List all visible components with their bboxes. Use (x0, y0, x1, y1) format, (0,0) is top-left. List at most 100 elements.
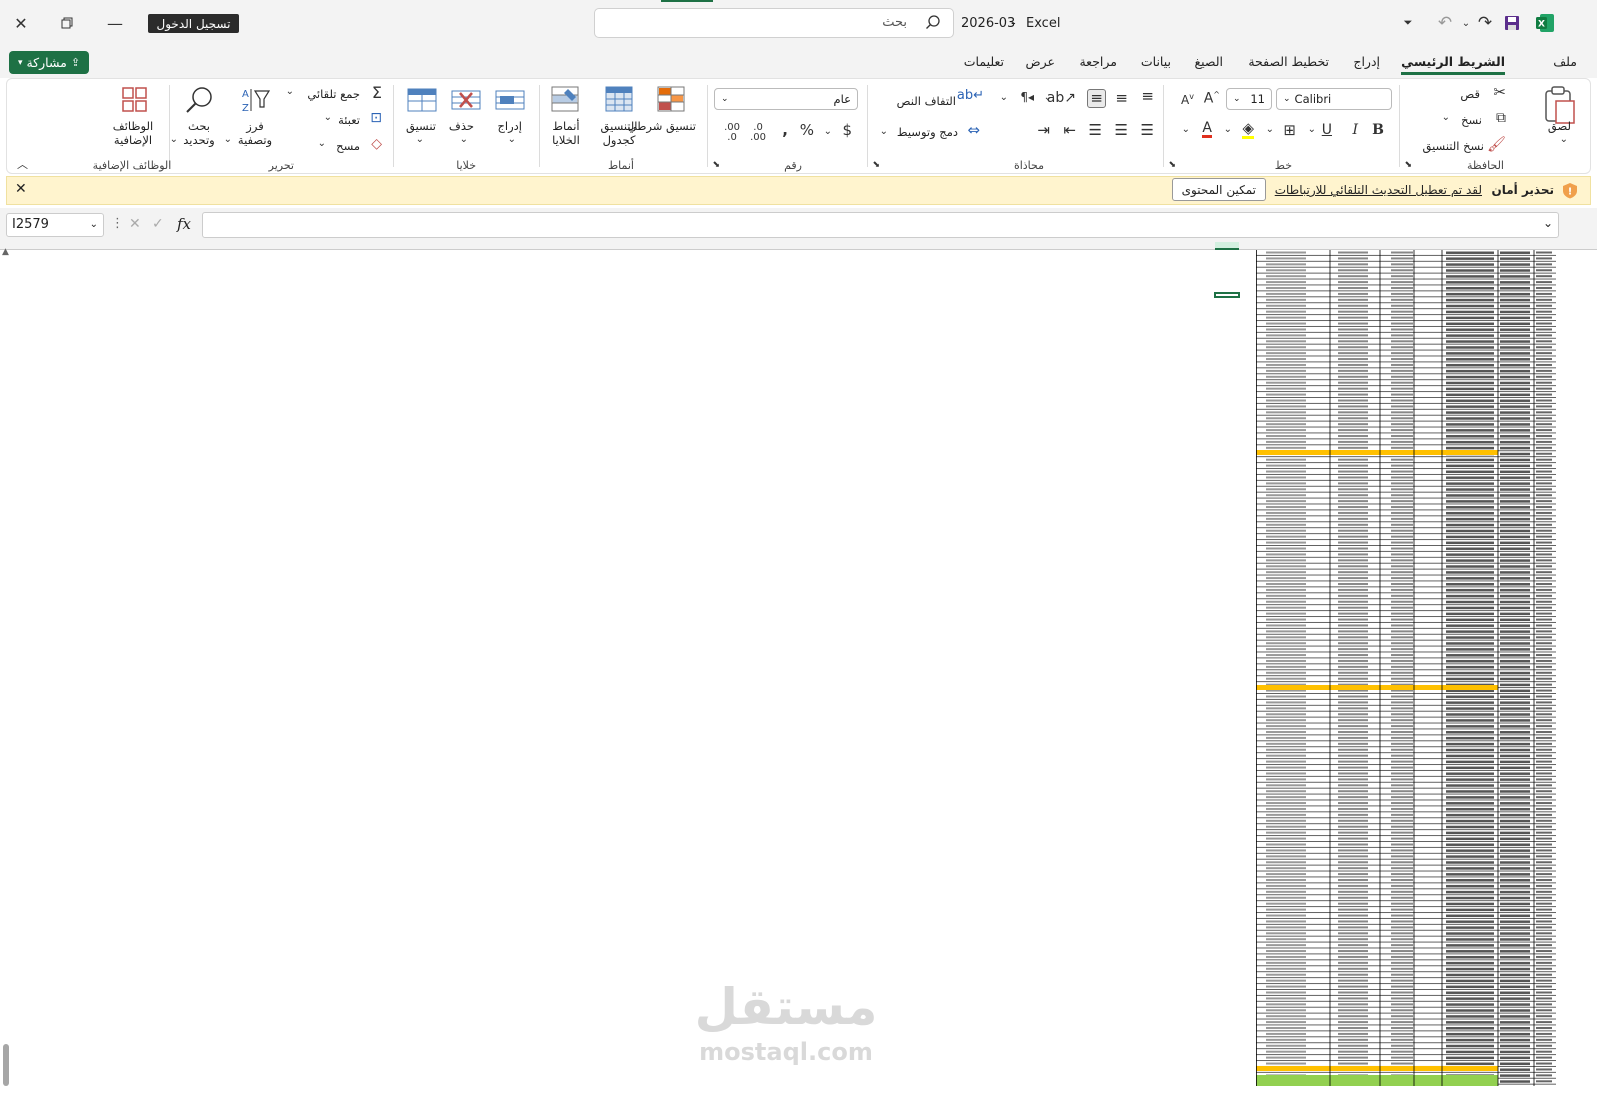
tab-file[interactable]: ملف (1553, 54, 1577, 69)
font-launcher-icon[interactable]: ⬊ (1168, 161, 1176, 170)
find-select-icon[interactable] (184, 85, 216, 115)
save-icon[interactable] (1502, 13, 1522, 33)
delete-cells-icon[interactable] (450, 87, 482, 113)
insert-cells-icon[interactable] (494, 87, 526, 113)
decrease-decimal-icon[interactable]: .00.0 (724, 123, 740, 143)
cell-styles-label[interactable]: أنماط الخلايا (542, 119, 590, 147)
format-as-table-icon[interactable] (604, 85, 636, 115)
delete-dropdown-icon[interactable]: ⌄ (460, 135, 468, 145)
confirm-entry-icon[interactable]: ✓ (152, 216, 164, 232)
format-as-table-label[interactable]: التنسيق كجدول (592, 119, 646, 147)
autosum-icon[interactable]: Σ (372, 85, 382, 101)
tab-view[interactable]: عرض (1026, 54, 1055, 69)
format-cells-label[interactable]: تنسيق (406, 119, 436, 133)
align-top-icon[interactable]: ≡ (1141, 89, 1154, 104)
sort-dropdown-icon[interactable]: ⌄ (224, 135, 232, 145)
align-right-icon[interactable]: ☰ (1141, 123, 1154, 138)
tab-home[interactable]: الشريط الرئيسي (1401, 54, 1505, 75)
text-direction-icon[interactable]: ¶◂ (1020, 91, 1034, 103)
percent-icon[interactable]: % (800, 123, 814, 138)
font-color-icon[interactable]: A (1202, 121, 1212, 138)
addins-label[interactable]: الوظائف الإضافية (108, 119, 158, 147)
tab-data[interactable]: بيانات (1141, 54, 1171, 69)
orientation-dropdown-icon[interactable]: ⌄ (1044, 93, 1052, 103)
number-format-select[interactable]: ⌄ عام (714, 88, 858, 110)
comma-style-icon[interactable]: , (782, 123, 788, 138)
fill-icon[interactable]: ⊡ (370, 111, 382, 125)
merge-dropdown-icon[interactable]: ⌄ (880, 127, 888, 137)
font-size-select[interactable]: ⌄ 11 (1226, 88, 1272, 110)
text-direction-dropdown-icon[interactable]: ⌄ (1000, 93, 1008, 103)
undo-icon[interactable]: ↶ (1434, 12, 1456, 34)
enable-content-button[interactable]: تمكين المحتوى (1171, 178, 1266, 201)
share-button[interactable]: ▾ مشاركة ⇪ (9, 51, 89, 74)
bold-icon[interactable]: B (1372, 123, 1384, 137)
undo-dropdown-icon[interactable]: ⌄ (1460, 14, 1472, 32)
conditional-format-icon[interactable] (656, 85, 688, 115)
sort-filter-label[interactable]: فرز وتصفية (232, 119, 278, 147)
clear-icon[interactable]: ◇ (371, 137, 382, 151)
insert-dropdown-icon[interactable]: ⌄ (508, 135, 516, 145)
copy-dropdown-icon[interactable]: ⌄ (1442, 113, 1450, 123)
underline-dropdown-icon[interactable]: ⌄ (1308, 125, 1316, 135)
vertical-scrollbar-thumb[interactable] (3, 1044, 9, 1086)
font-color-dropdown-icon[interactable]: ⌄ (1182, 125, 1190, 135)
format-painter-label[interactable]: نسخ التنسيق (1423, 139, 1485, 153)
signin-button[interactable]: تسجيل الدخول (148, 14, 239, 33)
more-options-icon[interactable]: ⋮ (111, 216, 124, 231)
name-box[interactable]: I2579 ⌄ (6, 213, 104, 237)
align-bottom-icon[interactable]: ≡ (1087, 89, 1106, 108)
insert-cells-label[interactable]: إدراج (498, 119, 523, 133)
customize-qat-icon[interactable]: ⏷ (1400, 14, 1416, 32)
find-dropdown-icon[interactable]: ⌄ (170, 135, 178, 145)
collapse-ribbon-icon[interactable]: ︿ (17, 159, 28, 170)
formula-input[interactable] (202, 212, 1559, 238)
security-message[interactable]: لقد تم تعطيل التحديث التلقائي للارتباطات (1275, 183, 1482, 197)
fill-color-dropdown-icon[interactable]: ⌄ (1224, 125, 1232, 135)
close-window-icon[interactable]: ✕ (10, 12, 32, 34)
redo-icon[interactable]: ↷ (1474, 12, 1496, 34)
increase-indent-icon[interactable]: ⇥ (1037, 123, 1050, 138)
merge-center-label[interactable]: دمج وتوسيط (897, 125, 958, 139)
worksheet[interactable]: ▲ مستقل mostaql.com (0, 242, 1597, 1109)
currency-icon[interactable]: $ (842, 123, 852, 138)
clear-dropdown-icon[interactable]: ⌄ (318, 139, 326, 149)
align-middle-icon[interactable]: ≡ (1115, 91, 1128, 106)
tab-help[interactable]: تعليمات (964, 54, 1004, 69)
italic-icon[interactable]: I (1352, 123, 1358, 137)
autosum-label[interactable]: جمع تلقائي (307, 87, 360, 101)
wrap-text-label[interactable]: التفاف النص (897, 94, 956, 108)
cancel-entry-icon[interactable]: ✕ (129, 216, 141, 232)
currency-dropdown-icon[interactable]: ⌄ (824, 127, 832, 137)
autosum-dropdown-icon[interactable]: ⌄ (286, 87, 294, 97)
borders-dropdown-icon[interactable]: ⌄ (1266, 125, 1274, 135)
tab-page-layout[interactable]: تخطيط الصفحة (1248, 54, 1329, 69)
cut-label[interactable]: قص (1460, 87, 1480, 101)
format-cells-icon[interactable] (406, 85, 438, 115)
restore-window-icon[interactable] (56, 12, 78, 34)
tab-formulas[interactable]: الصيغ (1194, 54, 1223, 69)
paste-label[interactable]: لصق (1548, 119, 1571, 133)
close-warning-icon[interactable]: ✕ (15, 181, 27, 197)
number-launcher-icon[interactable]: ⬊ (712, 161, 720, 170)
tab-insert[interactable]: إدراج (1353, 54, 1380, 69)
copy-icon[interactable]: ⧉ (1496, 111, 1506, 125)
decrease-font-icon[interactable]: Av (1181, 93, 1194, 107)
cell-styles-icon[interactable] (550, 85, 582, 115)
fill-dropdown-icon[interactable]: ⌄ (324, 113, 332, 123)
format-dropdown-icon[interactable]: ⌄ (416, 135, 424, 145)
clipboard-launcher-icon[interactable]: ⬊ (1404, 161, 1412, 170)
font-name-select[interactable]: ⌄ Calibri (1276, 88, 1392, 110)
expand-formula-icon[interactable]: ⌄ (1543, 216, 1553, 230)
wrap-text-icon[interactable]: ab↵ (957, 89, 984, 102)
fill-color-icon[interactable]: ◈ (1242, 121, 1254, 139)
addins-icon[interactable] (120, 85, 150, 115)
increase-font-icon[interactable]: A^ (1204, 91, 1220, 106)
align-center-icon[interactable]: ☰ (1115, 123, 1128, 138)
underline-icon[interactable]: U (1322, 123, 1332, 137)
active-cell[interactable] (1214, 292, 1240, 298)
delete-cells-label[interactable]: حذف (449, 119, 474, 133)
clear-label[interactable]: مسح (336, 139, 360, 153)
merge-center-icon[interactable]: ⇔ (967, 123, 980, 138)
sort-filter-icon[interactable]: AZ (240, 85, 272, 115)
